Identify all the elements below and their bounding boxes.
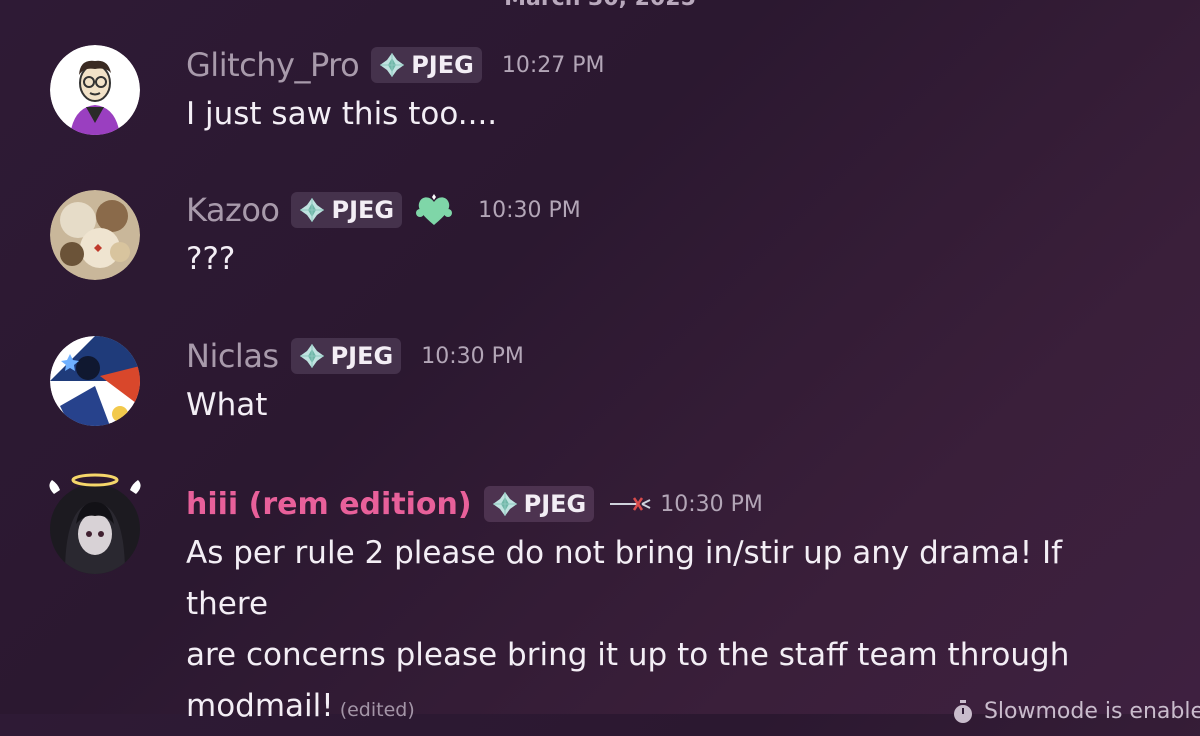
guild-tag-label: PJEG (411, 51, 474, 79)
message-item: hiii (rem edition) PJEG 10:30 PM As per … (49, 473, 1180, 724)
timestamp[interactable]: 10:30 PM (478, 198, 581, 223)
message-item: Glitchy_Pro PJEG 10:27 PM I just saw thi… (50, 45, 1180, 140)
guild-tag[interactable]: PJEG (371, 47, 482, 83)
message-line: modmail! (186, 688, 334, 724)
diamond-icon (492, 492, 517, 516)
guild-tag[interactable]: PJEG (483, 486, 595, 522)
avatar[interactable] (49, 473, 141, 574)
timestamp[interactable]: 10:30 PM (660, 492, 763, 517)
message-text: I just saw this too.... (186, 96, 498, 132)
stopwatch-icon (953, 700, 972, 723)
username[interactable]: Niclas (186, 337, 279, 375)
username[interactable]: hiii (rem edition) (186, 487, 472, 522)
guild-tag-label: PJEG (330, 342, 394, 370)
username[interactable]: Glitchy_Pro (186, 46, 360, 84)
slowmode-text: Slowmode is enable (983, 699, 1200, 724)
timestamp[interactable]: 10:30 PM (421, 344, 524, 369)
avatar-image (50, 190, 140, 280)
guild-tag-label: PJEG (331, 196, 395, 224)
guild-tag[interactable]: PJEG (290, 338, 402, 374)
diamond-icon (300, 198, 325, 222)
guild-tag[interactable]: PJEG (291, 192, 403, 228)
guild-tag-label: PJEG (523, 490, 587, 518)
heart-flower-icon (416, 194, 453, 225)
date-divider: March 30, 2025 (0, 0, 1200, 11)
message-text: ??? (186, 241, 236, 277)
edited-label: (edited) (339, 699, 415, 721)
avatar-image (50, 45, 140, 135)
message-text: What (186, 387, 268, 423)
avatar-image (50, 336, 140, 426)
sword-icon (610, 497, 651, 511)
avatar[interactable] (50, 45, 140, 135)
diamond-icon (299, 344, 324, 368)
slowmode-indicator: Slowmode is enable (952, 699, 1200, 724)
diamond-icon (380, 53, 405, 77)
message-item: Niclas PJEG 10:30 PM What (50, 336, 1180, 431)
timestamp[interactable]: 10:27 PM (502, 53, 605, 78)
message-item: Kazoo PJEG 10:30 PM ??? (50, 190, 1180, 285)
avatar[interactable] (50, 336, 140, 426)
username[interactable]: Kazoo (186, 191, 280, 229)
message-line: are concerns please bring it up to the s… (186, 637, 1070, 673)
message-line: As per rule 2 please do not bring in/sti… (186, 535, 1063, 622)
avatar-image (49, 473, 141, 574)
avatar[interactable] (50, 190, 140, 280)
